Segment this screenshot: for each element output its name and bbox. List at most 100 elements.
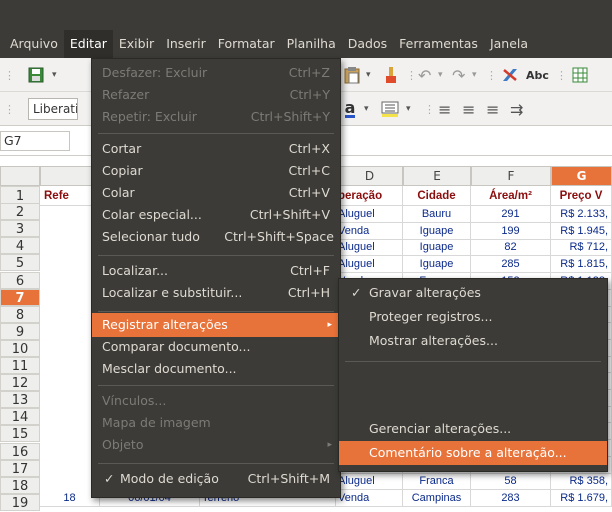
row-header[interactable]: 4: [0, 237, 40, 255]
table-cell-area[interactable]: 199: [471, 222, 551, 240]
menu-arquivo[interactable]: Arquivo: [4, 30, 64, 58]
align-right-icon[interactable]: ≡: [486, 98, 499, 120]
font-name-box[interactable]: Liberati: [28, 98, 78, 120]
menu-item-select-all[interactable]: Selecionar tudo Ctrl+Shift+Space: [92, 225, 340, 249]
row-header[interactable]: 17: [0, 459, 40, 477]
row-header[interactable]: 12: [0, 374, 40, 392]
header-area[interactable]: Área/m²: [471, 186, 551, 206]
menu-item-track-changes[interactable]: Registrar alterações ▸: [92, 313, 340, 337]
table-cell-cidade[interactable]: Iguape: [403, 256, 471, 274]
table-cell-preco[interactable]: R$ 2.133,: [551, 206, 612, 223]
row-header[interactable]: 15: [0, 425, 40, 443]
row-header[interactable]: 10: [0, 339, 40, 357]
row-header[interactable]: 2: [0, 203, 40, 221]
menu-item-links[interactable]: Vínculos...: [92, 389, 340, 413]
name-box[interactable]: G7: [0, 131, 70, 151]
table-cell-preco[interactable]: R$ 712,: [551, 239, 612, 257]
table-cell-preco[interactable]: R$ 358,: [551, 473, 612, 491]
chevron-down-icon[interactable]: ▾: [406, 98, 411, 120]
row-header[interactable]: 19: [0, 493, 40, 511]
menu-editar[interactable]: Editar: [63, 30, 113, 58]
table-cell-area[interactable]: 291: [471, 206, 551, 223]
row-header[interactable]: 7: [0, 288, 40, 306]
select-all-corner[interactable]: [0, 166, 40, 186]
row-header[interactable]: 16: [0, 442, 40, 460]
table-cell-preco[interactable]: R$ 1.945,: [551, 222, 612, 240]
submenu-item-record-changes[interactable]: ✓ Gravar alterações: [339, 281, 607, 305]
table-cell-cidade[interactable]: Iguape: [403, 239, 471, 257]
table-cell-cidade[interactable]: Iguape: [403, 222, 471, 240]
menu-ferramentas[interactable]: Ferramentas: [393, 30, 484, 58]
header-operacao[interactable]: peração: [336, 186, 403, 206]
table-icon[interactable]: [570, 64, 590, 86]
undo-icon[interactable]: ↶: [418, 64, 431, 86]
redo-icon[interactable]: ↷: [452, 64, 465, 86]
row-header[interactable]: 11: [0, 357, 40, 375]
cell-area-19[interactable]: 283: [471, 490, 551, 507]
table-cell-op[interactable]: Venda: [336, 222, 403, 240]
row-header[interactable]: 9: [0, 322, 40, 340]
highlight-icon[interactable]: [380, 98, 400, 120]
cell-op-19[interactable]: Venda: [336, 490, 403, 507]
table-cell-area[interactable]: 285: [471, 256, 551, 274]
menu-item-paste-special[interactable]: Colar especial... Ctrl+Shift+V: [92, 203, 340, 227]
column-header-e[interactable]: E: [403, 166, 471, 186]
menu-item-find[interactable]: Localizar... Ctrl+F: [92, 259, 340, 283]
row-header[interactable]: 18: [0, 476, 40, 494]
row-header[interactable]: 8: [0, 305, 40, 323]
submenu-item-change-comment[interactable]: Comentário sobre a alteração...: [339, 441, 607, 465]
spellcheck-icon[interactable]: Abc: [526, 64, 549, 86]
row-header[interactable]: 6: [0, 271, 40, 289]
table-cell-op[interactable]: Aluguel: [336, 473, 403, 491]
menu-item-redo[interactable]: Refazer Ctrl+Y: [92, 83, 340, 107]
menu-item-object[interactable]: Objeto ▸: [92, 433, 340, 457]
chevron-down-icon[interactable]: ▾: [366, 64, 371, 86]
submenu-item-show-changes[interactable]: Mostrar alterações...: [339, 329, 607, 353]
table-cell-area[interactable]: 82: [471, 239, 551, 257]
menu-item-edit-mode[interactable]: ✓ Modo de edição Ctrl+Shift+M: [92, 467, 340, 491]
menu-planilha[interactable]: Planilha: [281, 30, 342, 58]
menu-item-paste[interactable]: Colar Ctrl+V: [92, 181, 340, 205]
menu-janela[interactable]: Janela: [484, 30, 534, 58]
column-header-d[interactable]: D: [336, 166, 403, 186]
table-cell-preco[interactable]: R$ 1.815,: [551, 256, 612, 274]
header-cidade[interactable]: Cidade: [403, 186, 471, 206]
menu-formatar[interactable]: Formatar: [212, 30, 281, 58]
row-header[interactable]: 13: [0, 391, 40, 409]
cell-preco-19[interactable]: R$ 1.679,: [551, 490, 612, 507]
table-cell-cidade[interactable]: Franca: [403, 473, 471, 491]
chevron-down-icon[interactable]: ▾: [438, 64, 443, 86]
align-left-icon[interactable]: ≡: [438, 98, 451, 120]
save-icon[interactable]: [26, 64, 46, 86]
row-header[interactable]: 14: [0, 408, 40, 426]
table-cell-op[interactable]: Aluguel: [336, 206, 403, 223]
menu-item-cut[interactable]: Cortar Ctrl+X: [92, 137, 340, 161]
row-header[interactable]: 3: [0, 220, 40, 238]
column-header-f[interactable]: F: [471, 166, 551, 186]
menu-item-copy[interactable]: Copiar Ctrl+C: [92, 159, 340, 183]
menu-item-undo[interactable]: Desfazer: Excluir Ctrl+Z: [92, 61, 340, 85]
chevron-down-icon[interactable]: ▾: [364, 98, 369, 120]
menu-item-merge-document[interactable]: Mesclar documento...: [92, 357, 340, 381]
table-cell-cidade[interactable]: Bauru: [403, 206, 471, 223]
align-center-icon[interactable]: ≡: [462, 98, 475, 120]
submenu-item-manage-changes[interactable]: Gerenciar alterações...: [339, 417, 607, 441]
font-color-icon[interactable]: a: [342, 98, 358, 120]
cell-cidade-19[interactable]: Campinas: [403, 490, 471, 507]
header-preco[interactable]: Preço V: [551, 186, 612, 206]
column-header-g[interactable]: G: [551, 166, 612, 186]
menu-dados[interactable]: Dados: [342, 30, 393, 58]
table-cell-op[interactable]: Aluguel: [336, 256, 403, 274]
menu-item-compare-document[interactable]: Comparar documento...: [92, 335, 340, 359]
chevron-down-icon[interactable]: ▾: [472, 64, 477, 86]
menu-item-find-replace[interactable]: Localizar e substituir... Ctrl+H: [92, 281, 340, 305]
menu-item-repeat[interactable]: Repetir: Excluir Ctrl+Shift+Y: [92, 105, 340, 129]
submenu-item-protect-records[interactable]: Proteger registros...: [339, 305, 607, 329]
chevron-down-icon[interactable]: ▾: [52, 64, 57, 86]
row-header[interactable]: 5: [0, 254, 40, 272]
menu-inserir[interactable]: Inserir: [160, 30, 212, 58]
table-cell-area[interactable]: 58: [471, 473, 551, 491]
clear-icon[interactable]: [500, 64, 520, 86]
clone-format-icon[interactable]: [382, 64, 400, 86]
menu-exibir[interactable]: Exibir: [113, 30, 160, 58]
